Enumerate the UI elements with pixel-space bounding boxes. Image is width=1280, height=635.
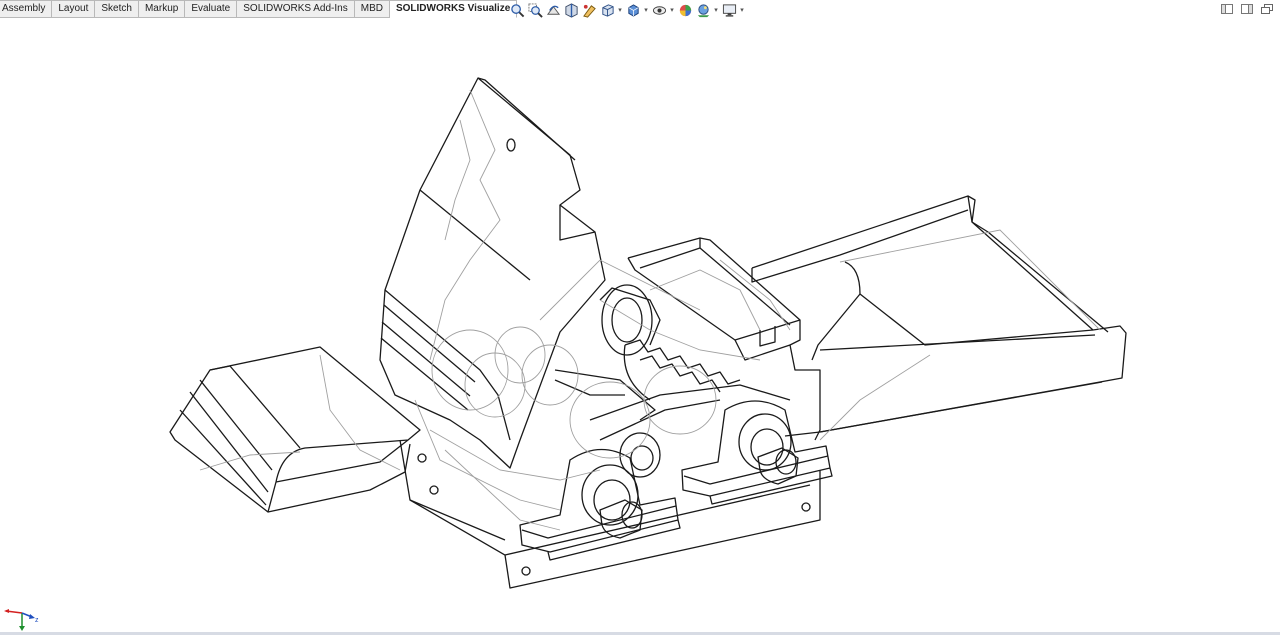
zoom-to-area-icon[interactable] [526, 2, 544, 18]
hide-show-items-icon[interactable] [650, 2, 668, 18]
view-settings-icon[interactable] [720, 2, 738, 18]
tab-sketch[interactable]: Sketch [95, 0, 139, 18]
previous-view-icon[interactable] [544, 2, 562, 18]
chevron-down-icon[interactable]: ▾ [616, 6, 624, 14]
tab-markup[interactable]: Markup [138, 0, 186, 18]
chevron-down-icon[interactable]: ▾ [712, 6, 720, 14]
chevron-down-icon[interactable]: ▾ [738, 6, 746, 14]
document-window-controls [1220, 3, 1274, 15]
gear-housing [627, 237, 821, 441]
tab-assembly[interactable]: Assembly [0, 0, 53, 18]
rotor-gears [599, 284, 741, 401]
view-orientation-icon[interactable] [598, 2, 616, 18]
left-chute [169, 346, 421, 513]
restore-left-icon[interactable] [1220, 3, 1234, 15]
tab-solidworks-visualize[interactable]: SOLIDWORKS Visualize [389, 0, 518, 18]
tab-layout[interactable]: Layout [52, 0, 96, 18]
triad-z-label: z [35, 617, 39, 624]
tab-solidworks-add-ins[interactable]: SOLIDWORKS Add-Ins [237, 0, 355, 18]
chevron-down-icon[interactable]: ▾ [668, 6, 676, 14]
bearing-left [519, 448, 681, 561]
bearing-right [681, 400, 833, 505]
maximize-icon[interactable] [1260, 3, 1274, 15]
zoom-to-fit-icon[interactable] [508, 2, 526, 18]
apply-scene-icon[interactable] [694, 2, 712, 18]
base-frame [399, 439, 821, 589]
tab-evaluate[interactable]: Evaluate [185, 0, 238, 18]
display-style-icon[interactable] [624, 2, 642, 18]
rotor-housing [554, 369, 791, 478]
section-view-icon[interactable] [562, 2, 580, 18]
right-chute [751, 195, 1127, 437]
chevron-down-icon[interactable]: ▾ [642, 6, 650, 14]
assembly-model-wireframe[interactable] [0, 18, 1280, 632]
restore-right-icon[interactable] [1240, 3, 1254, 15]
command-manager: Assembly Layout Sketch Markup Evaluate S… [0, 0, 1280, 18]
graphics-area[interactable]: z [0, 18, 1280, 632]
command-tabs: Assembly Layout Sketch Markup Evaluate S… [0, 0, 518, 18]
edit-appearance-icon[interactable] [676, 2, 694, 18]
heads-up-view-toolbar: ▾ ▾ ▾ ▾ ▾ [508, 2, 746, 18]
tab-mbd[interactable]: MBD [354, 0, 390, 18]
dynamic-annotation-icon[interactable] [580, 2, 598, 18]
coordinate-triad: z [4, 609, 39, 631]
